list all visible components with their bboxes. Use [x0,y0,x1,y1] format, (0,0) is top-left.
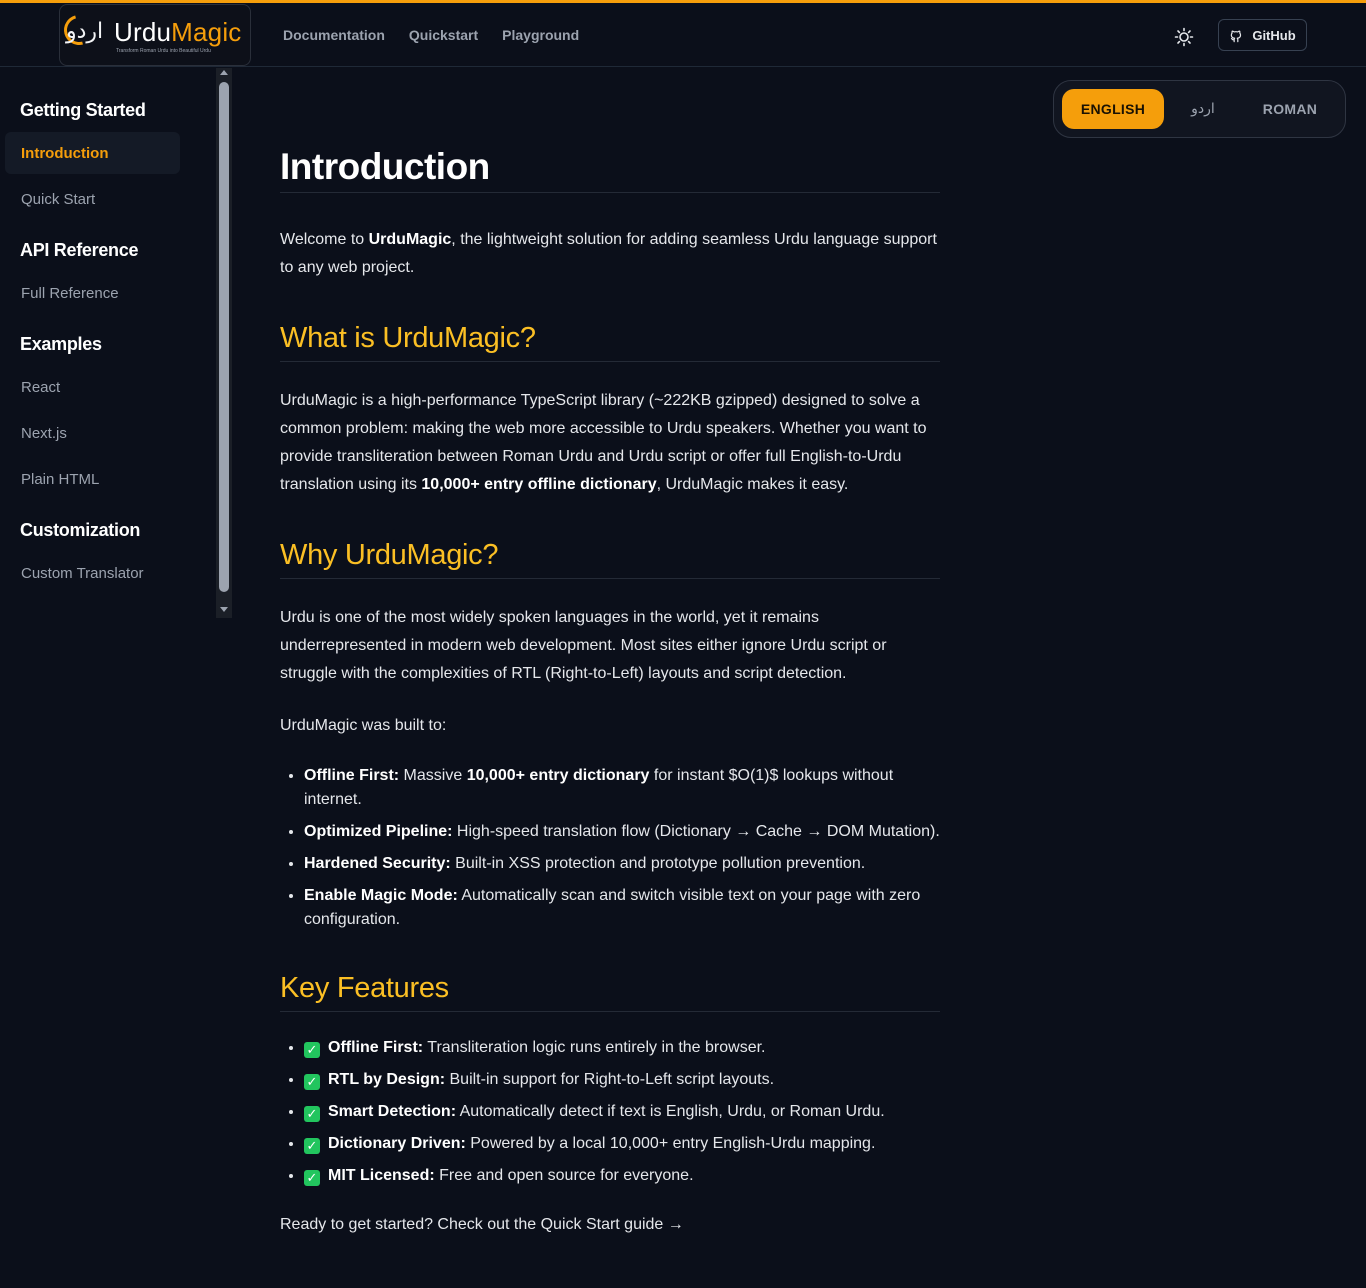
why-paragraph: Urdu is one of the most widely spoken la… [280,609,887,682]
top-navigation-bar: اردو UrduMagic Transform Roman Urdu into… [0,3,1366,67]
reason-text: Massive [399,767,467,784]
sidebar-section-api-reference: API Reference [20,240,139,260]
sidebar-item-plain-html[interactable]: Plain HTML [5,458,180,500]
feature-text: Transliteration logic runs entirely in t… [423,1039,766,1056]
list-item: ✓ Dictionary Driven: Powered by a local 1… [304,1132,944,1156]
sun-icon [1174,27,1194,47]
what-bold: 10,000+ entry offline dictionary [421,476,657,493]
lang-urdu-button[interactable]: اردو [1174,89,1232,129]
theme-toggle-button[interactable] [1172,25,1196,49]
lang-english-button[interactable]: ENGLISH [1062,89,1164,129]
nav-quickstart[interactable]: Quickstart [409,27,478,43]
reason-bold: 10,000+ entry dictionary [466,767,650,784]
sidebar-item-custom-translator[interactable]: Custom Translator [5,552,180,594]
check-icon: ✓ [304,1042,320,1058]
feature-text: Free and open source for everyone. [434,1167,694,1184]
language-switcher: ENGLISH اردو ROMAN [1053,80,1346,138]
github-button[interactable]: GitHub [1218,19,1307,51]
sidebar-section-examples: Examples [20,334,102,354]
sidebar-item-introduction[interactable]: Introduction [5,132,180,174]
features-list: ✓ Offline First: Transliteration logic ru… [304,1036,944,1196]
list-item: Enable Magic Mode: Automatically scan an… [304,884,944,932]
divider [280,192,940,193]
logo-wordmark: UrduMagic [114,17,242,48]
lang-roman-button[interactable]: ROMAN [1246,89,1334,129]
github-icon [1231,30,1242,42]
what-paragraph: UrduMagic is a high-performance TypeScri… [280,387,940,499]
feature-text: Powered by a local 10,000+ entry English… [465,1135,876,1152]
main-nav: Documentation Quickstart Playground [283,27,579,43]
list-item: Optimized Pipeline: High-speed translati… [304,820,944,844]
list-item: ✓ Offline First: Transliteration logic ru… [304,1036,944,1060]
quick-start-cta-link[interactable]: Ready to get started? Check out the Quic… [280,1216,684,1234]
reason-label: Optimized Pipeline: [304,823,453,840]
list-item: ✓ MIT Licensed: Free and open source for … [304,1164,944,1188]
what-text-end: , UrduMagic makes it easy. [656,476,849,493]
logo-word-urdu: Urdu [114,17,172,47]
sidebar-section-getting-started: Getting Started [20,100,146,120]
nav-playground[interactable]: Playground [502,27,579,43]
feature-label: Offline First: [328,1039,424,1056]
sidebar: Getting Started Introduction Quick Start… [0,68,216,618]
reasons-list: Offline First: Massive 10,000+ entry dic… [304,764,944,940]
check-icon: ✓ [304,1138,320,1154]
reason-text: High-speed translation flow (Dictionary … [452,823,940,840]
sidebar-section-customization: Customization [20,520,141,540]
check-icon: ✓ [304,1074,320,1090]
logo-tagline: Transform Roman Urdu into Beautiful Urdu [116,48,211,54]
sidebar-item-full-reference[interactable]: Full Reference [5,272,180,314]
list-item: ✓ Smart Detection: Automatically detect i… [304,1100,944,1124]
scrollbar-thumb[interactable] [219,82,229,592]
sidebar-scrollbar[interactable] [216,68,232,618]
page-title: Introduction [280,146,490,187]
feature-text: Built-in support for Right-to-Left scrip… [445,1071,775,1088]
reason-label: Offline First: [304,767,400,784]
logo[interactable]: اردو UrduMagic Transform Roman Urdu into… [58,4,251,66]
section-heading-why: Why UrduMagic? [280,539,499,571]
intro-bold: UrduMagic [368,231,452,248]
intro-paragraph: Welcome to UrduMagic, the lightweight so… [280,226,940,282]
feature-label: MIT Licensed: [328,1167,435,1184]
feature-label: RTL by Design: [328,1071,446,1088]
divider [280,578,940,579]
intro-text: Welcome to [280,231,369,248]
feature-label: Dictionary Driven: [328,1135,466,1152]
list-item: Hardened Security: Built-in XSS protecti… [304,852,944,876]
nav-documentation[interactable]: Documentation [283,27,385,43]
check-icon: ✓ [304,1170,320,1186]
reason-label: Enable Magic Mode: [304,887,458,904]
logo-urdu-mark: اردو [66,19,104,44]
feature-label: Smart Detection: [328,1103,457,1120]
feature-text: Automatically detect if text is English,… [456,1103,885,1120]
scroll-up-arrow-icon[interactable] [220,70,228,75]
section-heading-features: Key Features [280,972,449,1004]
sidebar-item-quick-start[interactable]: Quick Start [5,178,180,220]
scroll-down-arrow-icon[interactable] [220,607,228,612]
logo-word-magic: Magic [171,17,242,47]
list-item: ✓ RTL by Design: Built-in support for Rig… [304,1068,944,1092]
github-label: GitHub [1252,27,1296,43]
built-to-text: UrduMagic was built to: [280,717,447,734]
reason-label: Hardened Security: [304,855,451,872]
list-item: Offline First: Massive 10,000+ entry dic… [304,764,944,812]
section-heading-what: What is UrduMagic? [280,322,536,354]
reason-text: Built-in XSS protection and prototype po… [450,855,866,872]
divider [280,1011,940,1012]
check-icon: ✓ [304,1106,320,1122]
sidebar-item-react[interactable]: React [5,366,180,408]
divider [280,361,940,362]
sidebar-item-nextjs[interactable]: Next.js [5,412,180,454]
